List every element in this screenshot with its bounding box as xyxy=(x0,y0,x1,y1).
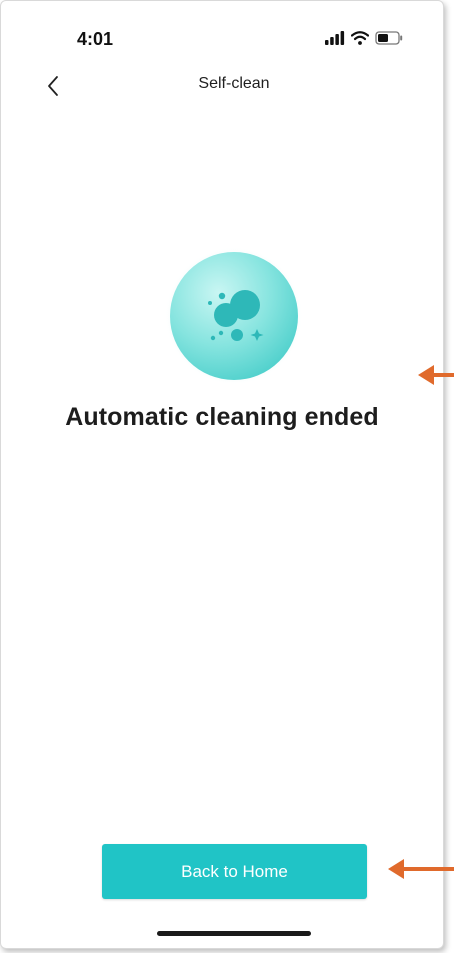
bubbles-icon xyxy=(165,247,303,385)
phone-screen: 4:01 Self-clean Automatic cleaning ended… xyxy=(0,0,444,949)
wifi-icon xyxy=(351,31,369,45)
annotation-arrow-icon xyxy=(418,365,454,385)
status-bar: 4:01 xyxy=(1,1,443,71)
page-title: Self-clean xyxy=(198,75,270,92)
status-time: 4:01 xyxy=(77,29,114,49)
home-indicator[interactable] xyxy=(157,931,311,936)
annotation-arrow-icon xyxy=(388,859,454,879)
battery-icon xyxy=(375,31,403,45)
nav-bar: Self-clean xyxy=(1,65,443,109)
status-icons xyxy=(325,31,403,45)
cellular-signal-icon xyxy=(325,31,345,45)
cleaning-status-message: Automatic cleaning ended xyxy=(65,403,379,431)
back-to-home-button[interactable]: Back to Home xyxy=(102,844,367,899)
